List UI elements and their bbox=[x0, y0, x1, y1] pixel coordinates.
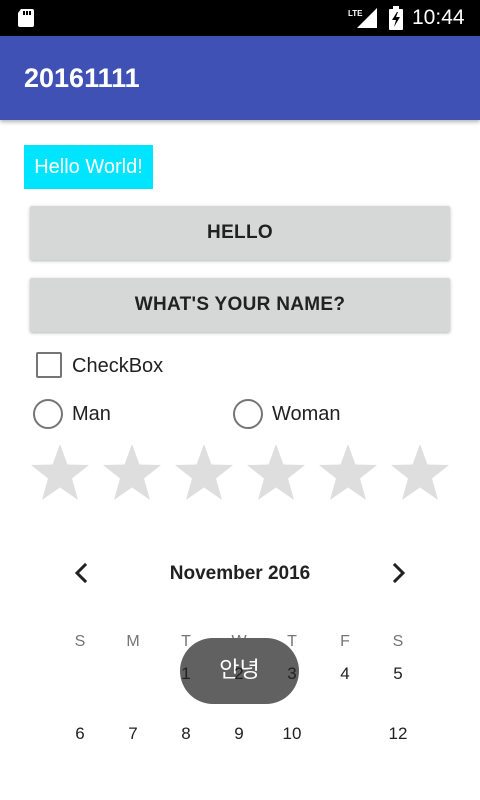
hello-world-text: Hello World! bbox=[24, 145, 153, 189]
star-icon[interactable] bbox=[28, 441, 92, 505]
status-clock: 10:44 bbox=[412, 6, 465, 29]
calendar-day[interactable]: 6 bbox=[54, 708, 106, 760]
app-bar: 20161111 bbox=[0, 36, 480, 120]
checkbox-box[interactable] bbox=[36, 352, 62, 378]
radio-man-label: Man bbox=[72, 403, 111, 425]
star-icon[interactable] bbox=[316, 441, 380, 505]
rating-bar[interactable] bbox=[28, 441, 454, 505]
star-icon[interactable] bbox=[100, 441, 164, 505]
sd-card-icon bbox=[18, 9, 34, 27]
lte-signal-icon: LTE bbox=[348, 8, 377, 28]
lte-label: LTE bbox=[348, 9, 363, 18]
radio-woman-label: Woman bbox=[272, 403, 341, 425]
star-icon[interactable] bbox=[244, 441, 308, 505]
battery-charging-icon bbox=[389, 6, 403, 30]
checkbox-label: CheckBox bbox=[72, 355, 164, 377]
radio-woman-circle[interactable] bbox=[233, 399, 263, 429]
calendar-weekday-label: M bbox=[126, 633, 140, 650]
hello-button[interactable]: HELLO bbox=[30, 206, 450, 260]
calendar-header: November 2016 bbox=[0, 540, 480, 608]
calendar-day[interactable]: 9 bbox=[213, 708, 265, 760]
calendar-day[interactable]: 10 bbox=[266, 708, 318, 760]
calendar-day[interactable]: 5 bbox=[372, 648, 424, 700]
chevron-right-icon[interactable] bbox=[386, 560, 412, 586]
star-icon[interactable] bbox=[388, 441, 452, 505]
calendar-weekday-label: S bbox=[74, 633, 86, 650]
calendar-day[interactable]: 7 bbox=[107, 708, 159, 760]
star-icon[interactable] bbox=[172, 441, 236, 505]
app-title: 20161111 bbox=[24, 63, 140, 93]
calendar-day[interactable]: 12 bbox=[372, 708, 424, 760]
radio-man-circle[interactable] bbox=[33, 399, 63, 429]
calendar-day-selected[interactable]: 11 bbox=[319, 708, 371, 760]
calendar-day[interactable]: 4 bbox=[319, 648, 371, 700]
whats-your-name-button[interactable]: WHAT'S YOUR NAME? bbox=[30, 278, 450, 332]
status-bar: LTE 10:44 bbox=[0, 0, 480, 36]
calendar-day[interactable]: 8 bbox=[160, 708, 212, 760]
